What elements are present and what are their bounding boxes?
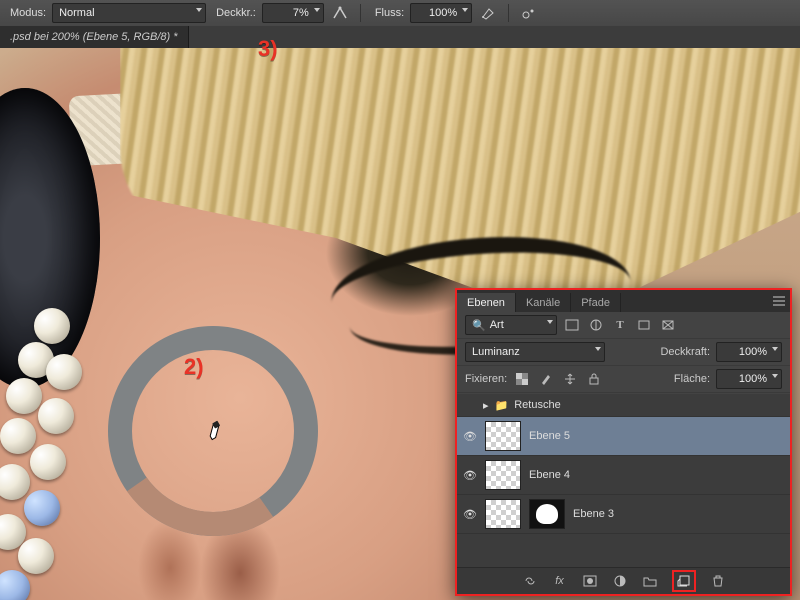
pressure-size-icon[interactable] — [519, 4, 539, 22]
opacity-field[interactable]: 7% — [262, 3, 324, 23]
annotation-3: 3) — [258, 38, 278, 60]
flow-field[interactable]: 100% — [410, 3, 472, 23]
blend-opacity-row: Luminanz Deckkraft: 100% — [457, 339, 790, 366]
tab-channels[interactable]: Kanäle — [516, 293, 571, 312]
disclose-icon[interactable]: ▸ — [483, 399, 489, 412]
image-content — [0, 308, 110, 600]
layer-row[interactable]: 👁 Ebene 5 — [457, 417, 790, 456]
airbrush-icon[interactable] — [478, 4, 498, 22]
panel-tabs: Ebenen Kanäle Pfade — [457, 290, 790, 312]
layer-blend-value: Luminanz — [472, 346, 520, 358]
annotation-2: 2) — [184, 356, 204, 378]
document-tab-title: .psd bei 200% (Ebene 5, RGB/8) * — [10, 31, 178, 43]
mode-label: Modus: — [10, 7, 46, 19]
group-name: Retusche — [514, 399, 560, 411]
chevron-down-icon — [462, 8, 468, 12]
lock-transparent-icon[interactable] — [513, 372, 531, 386]
visibility-icon[interactable]: 👁 — [463, 469, 477, 482]
color-sampler-hud — [108, 326, 318, 536]
chevron-down-icon — [196, 8, 202, 12]
layer-blend-dropdown[interactable]: Luminanz — [465, 342, 605, 362]
filter-shape-icon[interactable] — [635, 318, 653, 332]
pressure-opacity-icon[interactable] — [330, 4, 350, 22]
folder-icon: 📁 — [495, 399, 509, 412]
filter-type-dropdown[interactable]: 🔍Art — [465, 315, 557, 335]
layer-thumbnail[interactable] — [485, 460, 521, 490]
panel-menu-icon[interactable] — [768, 290, 790, 312]
layer-style-icon[interactable]: fx — [552, 573, 568, 589]
layer-name[interactable]: Ebene 5 — [529, 430, 570, 442]
filter-type-value: Art — [490, 319, 504, 331]
chevron-down-icon — [314, 8, 320, 12]
fill-field[interactable]: 100% — [716, 369, 782, 389]
layer-filter-row: 🔍Art T — [457, 312, 790, 339]
chevron-down-icon — [772, 347, 778, 351]
chevron-down-icon — [547, 320, 553, 324]
document-tab[interactable]: .psd bei 200% (Ebene 5, RGB/8) * — [0, 26, 189, 48]
layer-name[interactable]: Ebene 4 — [529, 469, 570, 481]
layer-opacity-label: Deckkraft: — [660, 346, 710, 358]
filter-pixel-icon[interactable] — [563, 318, 581, 332]
link-layers-icon[interactable] — [522, 573, 538, 589]
visibility-icon[interactable]: 👁 — [463, 430, 477, 443]
layer-list: ▸ 📁 Retusche 👁 Ebene 5 👁 Ebene 4 👁 Ebene… — [457, 394, 790, 568]
layer-row[interactable]: 👁 Ebene 4 — [457, 456, 790, 495]
layer-opacity-field[interactable]: 100% — [716, 342, 782, 362]
lock-all-icon[interactable] — [585, 372, 603, 386]
flow-label: Fluss: — [375, 7, 404, 19]
fill-label: Fläche: — [674, 373, 710, 385]
panel-footer: fx — [457, 567, 790, 594]
layer-thumbnail[interactable] — [485, 499, 521, 529]
new-layer-icon[interactable] — [672, 570, 696, 592]
filter-smart-icon[interactable] — [659, 318, 677, 332]
chevron-down-icon — [772, 374, 778, 378]
new-group-icon[interactable] — [642, 573, 658, 589]
opacity-label: Deckkr.: — [216, 7, 256, 19]
blend-mode-value: Normal — [59, 7, 94, 19]
tab-paths[interactable]: Pfade — [571, 293, 621, 312]
layer-opacity-value: 100% — [739, 346, 767, 358]
options-bar: Modus: Normal Deckkr.: 7% Fluss: 100% — [0, 0, 800, 27]
fill-value: 100% — [739, 373, 767, 385]
layer-thumbnail[interactable] — [485, 421, 521, 451]
layer-row[interactable]: 👁 Ebene 3 — [457, 495, 790, 534]
visibility-icon[interactable]: 👁 — [463, 508, 477, 521]
separator — [508, 4, 509, 22]
lock-fill-row: Fixieren: Fläche: 100% — [457, 366, 790, 393]
lock-position-icon[interactable] — [561, 372, 579, 386]
adjustment-layer-icon[interactable] — [612, 573, 628, 589]
layer-name[interactable]: Ebene 3 — [573, 508, 614, 520]
layer-group[interactable]: ▸ 📁 Retusche — [457, 394, 790, 417]
blend-mode-dropdown[interactable]: Normal — [52, 3, 206, 23]
separator — [360, 4, 361, 22]
chevron-down-icon — [595, 347, 601, 351]
document-tab-bar: .psd bei 200% (Ebene 5, RGB/8) * — [0, 26, 800, 49]
layers-panel: Ebenen Kanäle Pfade 🔍Art T Luminanz Deck… — [455, 288, 792, 596]
filter-adjust-icon[interactable] — [587, 318, 605, 332]
flow-value: 100% — [429, 7, 457, 19]
layer-mask-thumbnail[interactable] — [529, 499, 565, 529]
delete-layer-icon[interactable] — [710, 573, 726, 589]
lock-pixels-icon[interactable] — [537, 372, 555, 386]
opacity-value: 7% — [293, 7, 309, 19]
tab-layers[interactable]: Ebenen — [457, 293, 516, 312]
filter-type-icon[interactable]: T — [611, 318, 629, 332]
add-mask-icon[interactable] — [582, 573, 598, 589]
lock-label: Fixieren: — [465, 373, 507, 385]
